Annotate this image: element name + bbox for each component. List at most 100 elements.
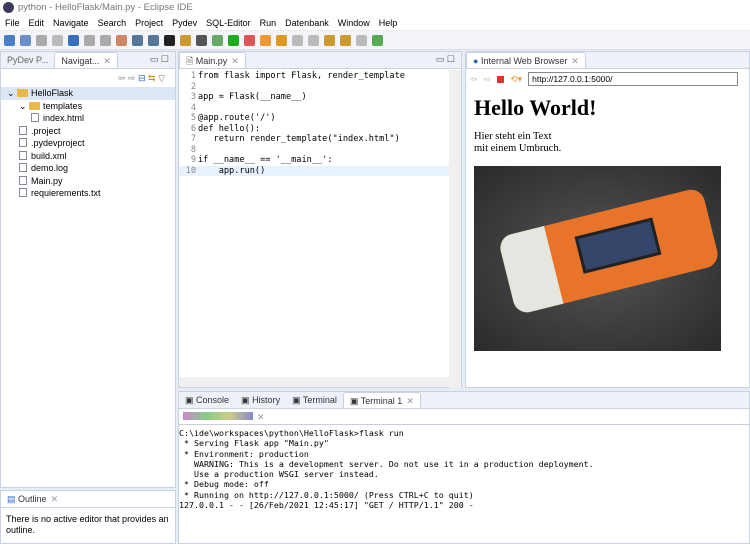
outline-panel: ▤ Outline ✕ There is no active editor tha… (0, 490, 176, 544)
close-icon[interactable]: ✕ (257, 412, 265, 422)
minimize-maximize-icons[interactable]: ▭ ☐ (430, 54, 461, 68)
toolbar-button-icon[interactable] (372, 34, 383, 46)
tab-outline[interactable]: ▤ Outline ✕ (1, 491, 64, 507)
console-panel: ▣ Console ▣ History ▣ Terminal ▣ Terminal 1… (178, 391, 750, 544)
forward-icon[interactable]: ⇨ (484, 74, 492, 85)
close-icon[interactable]: ✕ (571, 56, 579, 66)
tab-pydev-package[interactable]: PyDev P... (1, 52, 54, 68)
vertical-scrollbar[interactable] (449, 70, 461, 388)
toolbar-button-icon[interactable] (356, 34, 367, 46)
menu-navigate[interactable]: Navigate (53, 16, 89, 30)
forward-icon[interactable]: ⇨ (128, 73, 136, 83)
tree-item[interactable]: requierements.txt (1, 187, 175, 200)
toolbar-button-icon[interactable] (276, 34, 287, 46)
toolbar-button-icon[interactable] (308, 34, 319, 46)
menu-project[interactable]: Project (135, 16, 163, 30)
toolbar-button-icon[interactable] (20, 34, 31, 46)
toolbar-button-icon[interactable] (180, 34, 191, 46)
toolbar-button-icon[interactable] (68, 34, 79, 46)
close-icon[interactable]: ✕ (231, 56, 239, 66)
tree-item[interactable]: build.xml (1, 150, 175, 163)
terminal-output[interactable]: C:\ide\workspaces\python\HelloFlask>flas… (179, 425, 749, 510)
tab-label: Terminal (302, 395, 337, 405)
tab-console[interactable]: ▣ Console (179, 392, 235, 408)
code-editor[interactable]: 1 from flask import Flask, render_templat… (179, 69, 461, 176)
toolbar-button-icon[interactable] (52, 34, 63, 46)
tree-item[interactable]: .project (1, 125, 175, 138)
file-icon (19, 125, 27, 135)
refresh-icon[interactable]: ⟲▾ (510, 74, 522, 85)
menu-sql-editor[interactable]: SQL-Editor (206, 16, 251, 30)
toolbar-button-icon[interactable] (36, 34, 47, 46)
back-icon[interactable]: ⇦ (118, 73, 126, 83)
expand-chevron-icon[interactable]: ⌄ (19, 101, 29, 111)
browser-panel: ● Internal Web Browser✕ ⇦ ⇨ ⟲▾ Hello Worl… (465, 51, 750, 388)
terminal-line: C:\ide\workspaces\python\HelloFlask>flas… (179, 428, 404, 438)
toolbar-button-icon[interactable] (100, 34, 111, 46)
menu-pydev[interactable]: Pydev (172, 16, 197, 30)
toolbar-button-icon[interactable] (228, 34, 239, 46)
tab-main-py[interactable]: 🗎 Main.py ✕ (179, 52, 246, 68)
menu-datenbank[interactable]: Datenbank (285, 16, 329, 30)
toolbar-button-icon[interactable] (244, 34, 255, 46)
toolbar-button-icon[interactable] (292, 34, 303, 46)
toolbar-button-icon[interactable] (116, 34, 127, 46)
tab-label: PyDev P... (7, 55, 49, 65)
editor-panel: 🗎 Main.py ✕ ▭ ☐ 1 from flask import Flask, … (178, 51, 462, 388)
back-icon[interactable]: ⇦ (470, 74, 478, 85)
tree-item-label: HelloFlask (31, 88, 74, 98)
tab-internal-web-browser[interactable]: ● Internal Web Browser ✕ (466, 52, 586, 68)
toolbar-button-icon[interactable] (324, 34, 335, 46)
toolbar-button-icon[interactable] (132, 34, 143, 46)
tree-item[interactable]: ⌄ templates (1, 100, 175, 113)
stop-icon[interactable] (497, 75, 505, 83)
close-icon[interactable]: ✕ (103, 56, 111, 66)
title-bar: python - HelloFlask/Main.py - Eclipse ID… (0, 0, 750, 16)
tree-item[interactable]: demo.log (1, 162, 175, 175)
toolbar-button-icon[interactable] (260, 34, 271, 46)
minimize-maximize-icons[interactable]: ▭ ☐ (144, 54, 175, 68)
link-editor-icon[interactable]: ⇆ (148, 73, 156, 83)
toolbar-button-icon[interactable] (196, 34, 207, 46)
terminal-session-label (183, 412, 253, 420)
tab-label: Main.py (195, 56, 228, 66)
terminal-subtab[interactable]: ✕ (179, 409, 749, 425)
horizontal-scrollbar[interactable] (179, 377, 449, 387)
tab-navigator[interactable]: Navigat... ✕ (54, 52, 118, 68)
close-icon[interactable]: ✕ (51, 494, 59, 504)
menu-search[interactable]: Search (98, 16, 127, 30)
tab-history[interactable]: ▣ History (235, 392, 286, 408)
menu-edit[interactable]: Edit (29, 16, 45, 30)
navigator-tabbar: PyDev P... Navigat... ✕ ▭ ☐ (1, 52, 175, 69)
tree-item[interactable]: Main.py (1, 175, 175, 188)
page-text-line2: mit einem Umbruch. (474, 143, 562, 154)
code-text: app = Flask(__name__) (198, 92, 307, 102)
tab-terminal[interactable]: ▣ Terminal (286, 392, 343, 408)
tree-item-label: templates (43, 100, 83, 111)
navigator-panel: PyDev P... Navigat... ✕ ▭ ☐ ⇦ ⇨ ⊟ ⇆ ▽ ⌄ H… (0, 51, 176, 488)
python-file-icon: 🗎 (186, 56, 194, 66)
expand-chevron-icon[interactable]: ⌄ (7, 88, 17, 98)
tree-item[interactable]: ⌄ HelloFlask (1, 87, 175, 100)
menu-help[interactable]: Help (379, 16, 398, 30)
tree-item[interactable]: index.html (1, 112, 175, 125)
file-icon (19, 163, 27, 172)
tab-icon: ▣ (292, 395, 303, 405)
code-text: @app.route('/') (198, 113, 276, 123)
tree-item[interactable]: .pydevproject (1, 137, 175, 150)
toolbar-button-icon[interactable] (212, 34, 223, 46)
tree-item-label: requierements.txt (31, 188, 101, 198)
menu-window[interactable]: Window (338, 16, 370, 30)
collapse-all-icon[interactable]: ⊟ (138, 73, 146, 83)
view-menu-icon[interactable]: ▽ (158, 73, 165, 83)
menu-file[interactable]: File (5, 16, 20, 30)
url-input[interactable] (528, 72, 739, 86)
tab-terminal-1[interactable]: ▣ Terminal 1 ✕ (342, 392, 421, 408)
close-icon[interactable]: ✕ (406, 396, 414, 406)
toolbar-button-icon[interactable] (164, 34, 175, 46)
menu-run[interactable]: Run (260, 16, 277, 30)
toolbar-button-icon[interactable] (4, 34, 15, 46)
toolbar-button-icon[interactable] (84, 34, 95, 46)
toolbar-button-icon[interactable] (340, 34, 351, 46)
toolbar-button-icon[interactable] (148, 34, 159, 46)
